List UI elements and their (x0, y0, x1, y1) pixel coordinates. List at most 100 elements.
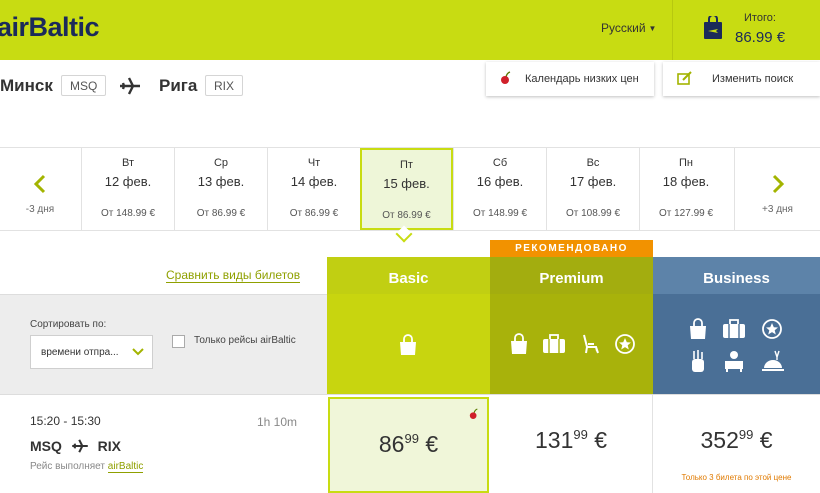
route-summary: Минск MSQ Рига RIX (0, 72, 480, 100)
price-business: 35299 € (653, 427, 820, 454)
price-basic: 8699 € (330, 431, 487, 458)
suitcase-icon (542, 333, 566, 360)
edit-icon (677, 71, 693, 88)
flight-destination-code: RIX (97, 438, 122, 454)
day-cell[interactable]: Вт 12 фев. От 148.99 € (81, 148, 174, 230)
day-of-week: Сб (492, 157, 508, 169)
cherry-icon (500, 71, 512, 88)
destination-code: RIX (205, 75, 244, 96)
airplane-icon (120, 77, 140, 100)
compare-fares-link[interactable]: Сравнить виды билетов (166, 269, 301, 283)
operated-by: Рейс выполняет airBaltic (30, 461, 144, 473)
premium-features (510, 333, 636, 360)
sort-dropdown[interactable]: времени отпра... (30, 335, 153, 369)
fare-title-business: Business (703, 270, 770, 287)
day-date: 18 фев. (662, 174, 710, 189)
price-business-cell[interactable]: 35299 € Только 3 билета по этой цене (653, 395, 820, 493)
total-value: 86.99 € (735, 29, 786, 46)
sort-label: Сортировать по: (30, 319, 107, 330)
handbag-icon (399, 334, 417, 361)
day-date: 14 фев. (290, 174, 338, 189)
fare-column-business[interactable]: Business (653, 257, 820, 394)
day-of-week: Пт (400, 159, 413, 171)
language-selector[interactable]: Русский ▼ (601, 21, 656, 35)
fare-column-basic[interactable]: Basic (327, 257, 490, 394)
dining-icon (761, 349, 785, 378)
day-date: 17 фев. (569, 174, 617, 189)
price-cents: 99 (404, 431, 419, 446)
suitcase-icon (722, 318, 746, 345)
airplane-icon (72, 439, 92, 456)
fare-title-basic: Basic (388, 270, 429, 287)
date-strip: -3 дня Вт 12 фев. От 148.99 € Ср 13 фев.… (0, 147, 820, 231)
star-badge-icon (614, 333, 636, 360)
operator-link[interactable]: airBaltic (107, 461, 144, 473)
price-cents: 99 (573, 427, 588, 442)
day-of-week: Чт (307, 157, 321, 169)
fare-column-premium[interactable]: Premium (490, 257, 653, 394)
sort-panel: Сортировать по: времени отпра... Только … (0, 294, 327, 394)
chevron-right-icon (735, 174, 820, 199)
day-cell-selected[interactable]: Пт 15 фев. От 86.99 € (360, 148, 453, 230)
next-days-button[interactable]: +3 дня (734, 148, 820, 230)
operated-by-prefix: Рейс выполняет (30, 461, 105, 472)
total-label: Итого: (744, 12, 776, 24)
day-cell[interactable]: Пн 18 фев. От 127.99 € (639, 148, 732, 230)
price-whole: 131 (534, 427, 574, 453)
low-fare-calendar-button[interactable]: Календарь низких цен (486, 62, 654, 96)
price-premium: 13199 € (490, 427, 652, 454)
day-cell[interactable]: Ср 13 фев. От 86.99 € (174, 148, 267, 230)
price-whole: 86 (378, 431, 405, 457)
day-cell[interactable]: Чт 14 фев. От 86.99 € (267, 148, 360, 230)
origin-city: Минск (0, 76, 53, 95)
airbaltic-only-checkbox[interactable] (172, 335, 185, 348)
airbaltic-logo[interactable]: airBaltic (0, 12, 100, 43)
modify-search-button[interactable]: Изменить поиск (663, 62, 820, 96)
day-price: От 108.99 € (565, 208, 621, 219)
day-price: От 86.99 € (382, 210, 431, 221)
day-of-week: Вт (121, 157, 134, 169)
seats-left-note: Только 3 билета по этой цене (681, 473, 792, 482)
day-price: От 86.99 € (196, 208, 246, 219)
day-of-week: Пн (679, 157, 693, 169)
prev-days-label: -3 дня (25, 204, 55, 215)
day-date: 12 фев. (104, 174, 152, 189)
basic-features (399, 334, 417, 361)
price-basic-cell[interactable]: 8699 € (328, 397, 489, 493)
day-cell[interactable]: Сб 16 фев. От 148.99 € (453, 148, 546, 230)
airbaltic-only-label[interactable]: Только рейсы airBaltic (194, 335, 296, 346)
price-cents: 99 (738, 427, 754, 442)
recommended-badge: РЕКОМЕНДОВАНО (490, 240, 653, 257)
destination-city: Рига (159, 76, 198, 95)
chevron-down-icon (132, 348, 144, 359)
handbag-icon (510, 333, 528, 360)
header-divider (672, 0, 673, 60)
booking-bag-icon[interactable] (703, 14, 723, 45)
day-of-week: Ср (213, 157, 229, 169)
cherry-icon (469, 407, 479, 425)
origin-code: MSQ (61, 75, 107, 96)
handbag-icon (689, 318, 707, 345)
day-price: От 86.99 € (289, 208, 339, 219)
price-premium-cell[interactable]: 13199 € (490, 395, 653, 493)
flight-origin-code: MSQ (30, 438, 62, 454)
price-currency: € (594, 427, 608, 453)
price-currency: € (425, 431, 439, 457)
chevron-left-icon (0, 174, 80, 199)
low-fare-calendar-label: Календарь низких цен (525, 73, 639, 85)
seat-icon (580, 333, 600, 360)
star-badge-icon (761, 318, 783, 345)
modify-search-label: Изменить поиск (712, 73, 794, 85)
day-cell[interactable]: Вс 17 фев. От 108.99 € (546, 148, 639, 230)
flight-route: MSQ RIX (30, 438, 121, 456)
day-date: 13 фев. (197, 174, 245, 189)
flight-times: 15:20 - 15:30 (30, 414, 101, 428)
golf-bag-icon (689, 349, 707, 378)
next-days-label: +3 дня (762, 204, 793, 215)
business-features-row2 (689, 349, 785, 378)
business-features-row1 (689, 318, 783, 345)
prev-days-button[interactable]: -3 дня (0, 148, 80, 230)
day-price: От 148.99 € (472, 208, 528, 219)
flight-duration: 1h 10m (257, 415, 298, 429)
caret-down-icon: ▼ (648, 24, 657, 33)
